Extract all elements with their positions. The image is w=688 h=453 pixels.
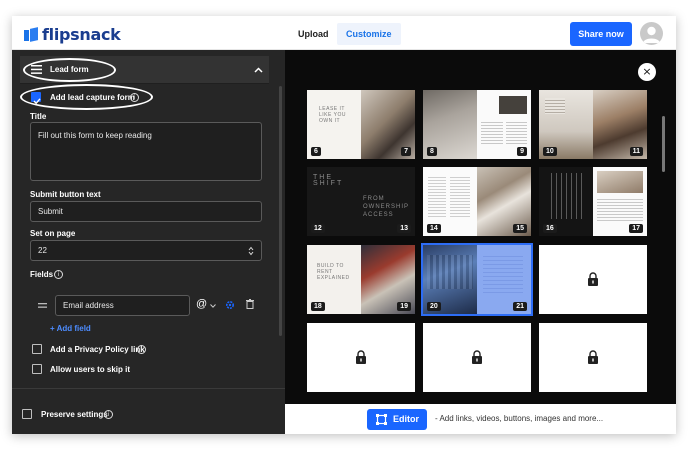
page-number: 13: [397, 224, 411, 233]
title-textarea[interactable]: Fill out this form to keep reading: [30, 122, 262, 181]
tab-upload[interactable]: Upload: [289, 23, 338, 45]
page-number: 8: [427, 147, 437, 156]
page-number: 19: [397, 302, 411, 311]
page-number: 21: [513, 302, 527, 311]
info-icon[interactable]: i: [104, 410, 113, 419]
set-on-page-label: Set on page: [30, 229, 76, 238]
highlight-oval: [23, 58, 116, 82]
logo[interactable]: flipsnack: [24, 25, 121, 44]
page-number: 18: [311, 302, 325, 311]
page-spread-6-7[interactable]: LEASE IT LIKE YOU OWN IT 6 7: [307, 90, 415, 159]
fields-label: Fields: [30, 270, 54, 279]
page-number: 10: [543, 147, 557, 156]
locked-page-spread[interactable]: [423, 323, 531, 392]
lock-icon: [356, 350, 366, 364]
trash-icon[interactable]: [246, 299, 254, 309]
chevron-up-icon[interactable]: [254, 67, 263, 73]
page-number: 20: [427, 302, 441, 311]
field-type-icon[interactable]: @: [196, 298, 207, 310]
lock-icon: [588, 272, 598, 286]
info-icon[interactable]: i: [137, 345, 146, 354]
locked-page-spread[interactable]: [307, 323, 415, 392]
lock-icon: [588, 350, 598, 364]
drag-handle-icon[interactable]: [38, 303, 47, 308]
tab-customize[interactable]: Customize: [337, 23, 401, 45]
page-number: 6: [311, 147, 321, 156]
chevron-down-icon[interactable]: [210, 304, 216, 308]
editor-bar: Editor - Add links, videos, buttons, ima…: [285, 404, 676, 434]
stepper-arrows-icon[interactable]: [248, 246, 254, 256]
page-spread-10-11[interactable]: 10 11: [539, 90, 647, 159]
allow-skip-checkbox[interactable]: [32, 364, 42, 374]
logo-text: flipsnack: [42, 25, 121, 44]
privacy-policy-label: Add a Privacy Policy link: [50, 345, 145, 354]
panel-scrollbar[interactable]: [279, 86, 282, 336]
page-number-value: 22: [38, 246, 47, 255]
page-number: 11: [629, 147, 643, 156]
email-field-input[interactable]: Email address: [55, 295, 190, 316]
page-number: 16: [543, 224, 557, 233]
page-spread-20-21-selected[interactable]: 20 21: [421, 243, 533, 316]
share-now-button[interactable]: Share now: [570, 22, 632, 46]
page-spread-14-15[interactable]: 14 15: [423, 167, 531, 236]
locked-page-spread[interactable]: [539, 323, 647, 392]
page-number-stepper[interactable]: 22: [30, 240, 262, 261]
page-number: 14: [427, 224, 441, 233]
submit-button-text-label: Submit button text: [30, 190, 101, 199]
preserve-settings-checkbox[interactable]: [22, 409, 32, 419]
page-number: 12: [311, 224, 325, 233]
privacy-policy-checkbox[interactable]: [32, 344, 42, 354]
gear-icon[interactable]: [225, 300, 235, 310]
page-spread-18-19[interactable]: BUILD TO RENT EXPLAINED 18 19: [307, 245, 415, 314]
app-window: flipsnack Upload Customize Share now Lea…: [12, 16, 676, 434]
editor-frame-icon: [376, 414, 387, 425]
editor-button[interactable]: Editor: [367, 409, 427, 430]
lock-icon: [472, 350, 482, 364]
page-number: 7: [401, 147, 411, 156]
add-field-link[interactable]: + Add field: [50, 324, 91, 333]
highlight-oval: [20, 84, 153, 110]
top-bar: flipsnack Upload Customize Share now: [12, 16, 676, 50]
page-number: 9: [517, 147, 527, 156]
user-avatar-icon: [643, 26, 660, 43]
settings-panel: Lead form Add lead capture form i Title …: [12, 50, 285, 434]
submit-text-input[interactable]: Submit: [30, 201, 262, 222]
avatar[interactable]: [640, 22, 663, 45]
cover-text: THE SHIFT: [313, 174, 344, 187]
preview-scrollbar[interactable]: [662, 116, 665, 172]
page-number: 17: [629, 224, 643, 233]
page-spread-8-9[interactable]: 8 9: [423, 90, 531, 159]
locked-page-spread[interactable]: [539, 245, 647, 314]
divider: [12, 388, 285, 389]
cover-text: BUILD TO RENT EXPLAINED: [317, 263, 350, 281]
editor-hint-text: - Add links, videos, buttons, images and…: [435, 414, 604, 423]
page-number: 15: [513, 224, 527, 233]
editor-button-label: Editor: [393, 414, 419, 424]
cover-text: LEASE IT LIKE YOU OWN IT: [319, 106, 346, 124]
close-icon[interactable]: ×: [638, 63, 656, 81]
cover-text: FROM OWNERSHIP ACCESS: [363, 196, 409, 218]
page-spread-12-13[interactable]: THE SHIFT FROM OWNERSHIP ACCESS 12 13: [307, 167, 415, 236]
info-icon[interactable]: i: [54, 270, 63, 279]
flipsnack-logo-icon: [24, 26, 38, 42]
preserve-settings-label: Preserve settings: [41, 410, 108, 419]
title-label: Title: [30, 112, 47, 121]
page-spread-16-17[interactable]: 16 17: [539, 167, 647, 236]
allow-skip-label: Allow users to skip it: [50, 365, 131, 374]
